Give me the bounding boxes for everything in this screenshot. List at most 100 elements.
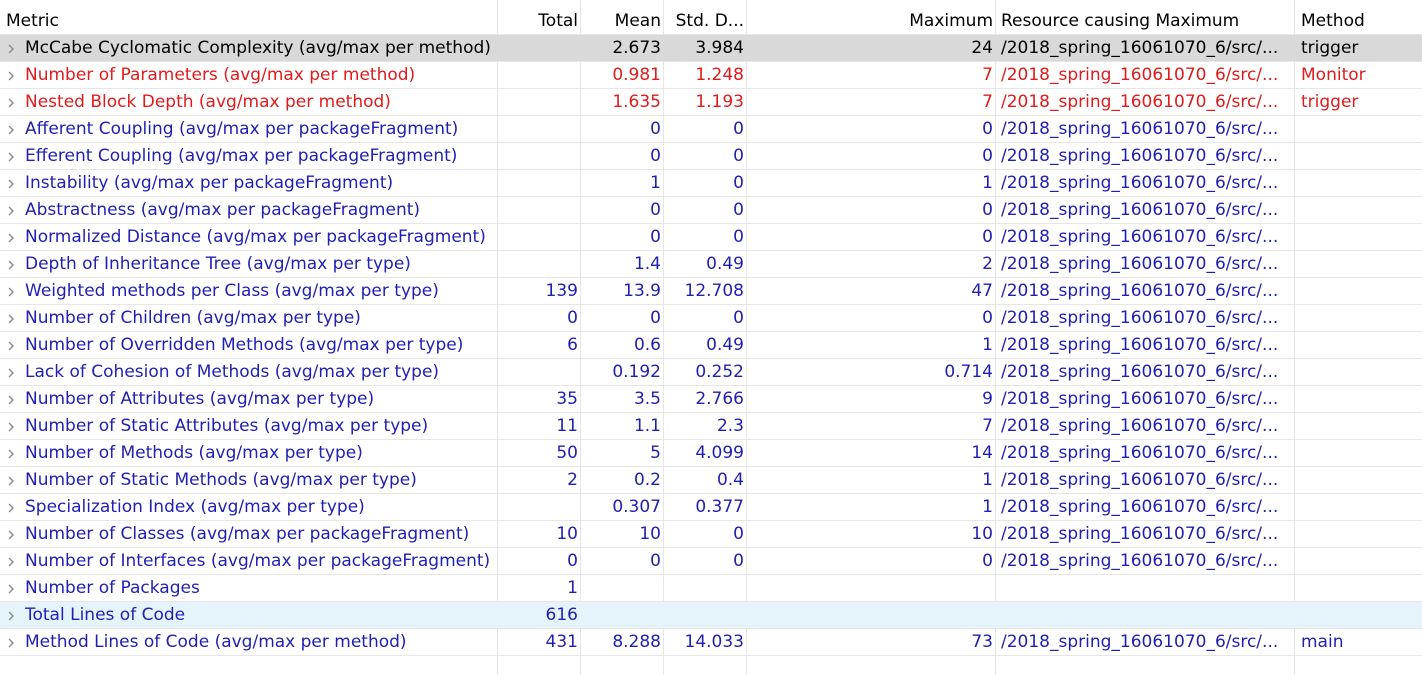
chevron-right-icon[interactable]	[7, 602, 19, 629]
chevron-right-icon[interactable]	[7, 143, 19, 170]
chevron-right-icon[interactable]	[7, 575, 19, 602]
metric-cell: Nested Block Depth (avg/max per method)	[0, 89, 498, 116]
table-row[interactable]: Number of Children (avg/max per type) 0 …	[0, 305, 1422, 332]
chevron-right-icon[interactable]	[7, 440, 19, 467]
chevron-right-icon[interactable]	[7, 413, 19, 440]
table-row[interactable]: Instability (avg/max per packageFragment…	[0, 170, 1422, 197]
table-row[interactable]: Number of Methods (avg/max per type) 50 …	[0, 440, 1422, 467]
metric-label: Number of Parameters (avg/max per method…	[25, 65, 416, 85]
chevron-right-icon[interactable]	[7, 62, 19, 89]
chevron-right-icon[interactable]	[7, 521, 19, 548]
mean-cell: 1.635	[612, 92, 661, 112]
chevron-right-icon[interactable]	[7, 224, 19, 251]
table-row[interactable]: Specialization Index (avg/max per type) …	[0, 494, 1422, 521]
chevron-right-icon[interactable]	[7, 359, 19, 386]
mean-cell: 1.4	[633, 254, 661, 274]
table-row[interactable]: Afferent Coupling (avg/max per packageFr…	[0, 116, 1422, 143]
method-cell: main	[1301, 632, 1344, 652]
metric-label: Lack of Cohesion of Methods (avg/max per…	[25, 362, 440, 382]
column-header-std-dev[interactable]: Std. D...	[664, 8, 747, 35]
metric-label: Method Lines of Code (avg/max per method…	[25, 632, 407, 652]
column-header-total[interactable]: Total	[498, 8, 581, 35]
resource-cell: /2018_spring_16061070_6/src/...	[1001, 200, 1279, 220]
table-row[interactable]: Number of Packages 1	[0, 575, 1422, 602]
total-cell: 616	[545, 605, 578, 625]
chevron-right-icon[interactable]	[7, 89, 19, 116]
chevron-right-icon[interactable]	[7, 305, 19, 332]
maximum-cell: 1	[982, 335, 993, 355]
table-row[interactable]: Number of Parameters (avg/max per method…	[0, 62, 1422, 89]
table-row[interactable]: Number of Overridden Methods (avg/max pe…	[0, 332, 1422, 359]
maximum-cell: 0	[982, 200, 993, 220]
resource-cell	[996, 575, 1295, 602]
resource-cell: /2018_spring_16061070_6/src/...	[1001, 470, 1279, 490]
table-row[interactable]: Lack of Cohesion of Methods (avg/max per…	[0, 359, 1422, 386]
mean-cell: 2.673	[612, 38, 661, 58]
column-header-mean[interactable]: Mean	[581, 8, 664, 35]
table-row[interactable]: Nested Block Depth (avg/max per method) …	[0, 89, 1422, 116]
table-row[interactable]: Abstractness (avg/max per packageFragmen…	[0, 197, 1422, 224]
total-cell	[498, 116, 581, 143]
total-cell	[498, 35, 581, 62]
std-dev-cell: 2.3	[716, 416, 744, 436]
chevron-right-icon[interactable]	[7, 35, 19, 62]
table-row[interactable]: Depth of Inheritance Tree (avg/max per t…	[0, 251, 1422, 278]
mean-cell: 0	[650, 308, 661, 328]
table-row[interactable]: Number of Attributes (avg/max per type) …	[0, 386, 1422, 413]
table-row[interactable]: Efferent Coupling (avg/max per packageFr…	[0, 143, 1422, 170]
resource-cell: /2018_spring_16061070_6/src/...	[1001, 416, 1279, 436]
total-cell	[498, 197, 581, 224]
chevron-right-icon[interactable]	[7, 278, 19, 305]
maximum-cell: 1	[982, 497, 993, 517]
metric-cell: Lack of Cohesion of Methods (avg/max per…	[0, 359, 498, 386]
method-cell	[1295, 332, 1422, 359]
table-row[interactable]: Number of Static Attributes (avg/max per…	[0, 413, 1422, 440]
mean-cell: 0	[650, 146, 661, 166]
std-dev-cell: 0.4	[716, 470, 744, 490]
metric-label: McCabe Cyclomatic Complexity (avg/max pe…	[25, 38, 491, 58]
chevron-right-icon[interactable]	[7, 386, 19, 413]
std-dev-cell: 0.252	[695, 362, 744, 382]
chevron-right-icon[interactable]	[7, 494, 19, 521]
metric-label: Weighted methods per Class (avg/max per …	[25, 281, 439, 301]
column-header-method[interactable]: Method	[1295, 8, 1422, 35]
metric-cell: Depth of Inheritance Tree (avg/max per t…	[0, 251, 498, 278]
maximum-cell: 2	[982, 254, 993, 274]
mean-cell: 0	[650, 119, 661, 139]
std-dev-cell: 3.984	[695, 38, 744, 58]
table-row[interactable]: McCabe Cyclomatic Complexity (avg/max pe…	[0, 35, 1422, 62]
resource-cell: /2018_spring_16061070_6/src/...	[1001, 524, 1279, 544]
chevron-right-icon[interactable]	[7, 116, 19, 143]
chevron-right-icon[interactable]	[7, 629, 19, 656]
resource-cell: /2018_spring_16061070_6/src/...	[1001, 92, 1279, 112]
table-row[interactable]: Number of Interfaces (avg/max per packag…	[0, 548, 1422, 575]
metrics-table: Metric Total Mean Std. D... Maximum Reso…	[0, 0, 1422, 675]
method-cell: Monitor	[1301, 65, 1366, 85]
metric-cell: Number of Children (avg/max per type)	[0, 305, 498, 332]
table-row[interactable]: Weighted methods per Class (avg/max per …	[0, 278, 1422, 305]
table-row[interactable]: Method Lines of Code (avg/max per method…	[0, 629, 1422, 656]
total-cell: 6	[567, 335, 578, 355]
maximum-cell: 47	[971, 281, 993, 301]
chevron-right-icon[interactable]	[7, 251, 19, 278]
method-cell	[1295, 116, 1422, 143]
chevron-right-icon[interactable]	[7, 332, 19, 359]
column-header-metric[interactable]: Metric	[0, 8, 498, 35]
maximum-cell: 10	[971, 524, 993, 544]
table-row[interactable]: Total Lines of Code 616	[0, 602, 1422, 629]
chevron-right-icon[interactable]	[7, 197, 19, 224]
column-header-resource[interactable]: Resource causing Maximum	[996, 8, 1295, 35]
chevron-right-icon[interactable]	[7, 548, 19, 575]
table-row[interactable]: Normalized Distance (avg/max per package…	[0, 224, 1422, 251]
method-cell	[1295, 251, 1422, 278]
chevron-right-icon[interactable]	[7, 170, 19, 197]
std-dev-cell: 4.099	[695, 443, 744, 463]
chevron-right-icon[interactable]	[7, 467, 19, 494]
resource-cell: /2018_spring_16061070_6/src/...	[1001, 308, 1279, 328]
std-dev-cell: 0	[733, 200, 744, 220]
metric-cell: Number of Overridden Methods (avg/max pe…	[0, 332, 498, 359]
column-header-maximum[interactable]: Maximum	[747, 8, 996, 35]
table-row[interactable]: Number of Static Methods (avg/max per ty…	[0, 467, 1422, 494]
table-row[interactable]: Number of Classes (avg/max per packageFr…	[0, 521, 1422, 548]
method-cell	[1295, 197, 1422, 224]
